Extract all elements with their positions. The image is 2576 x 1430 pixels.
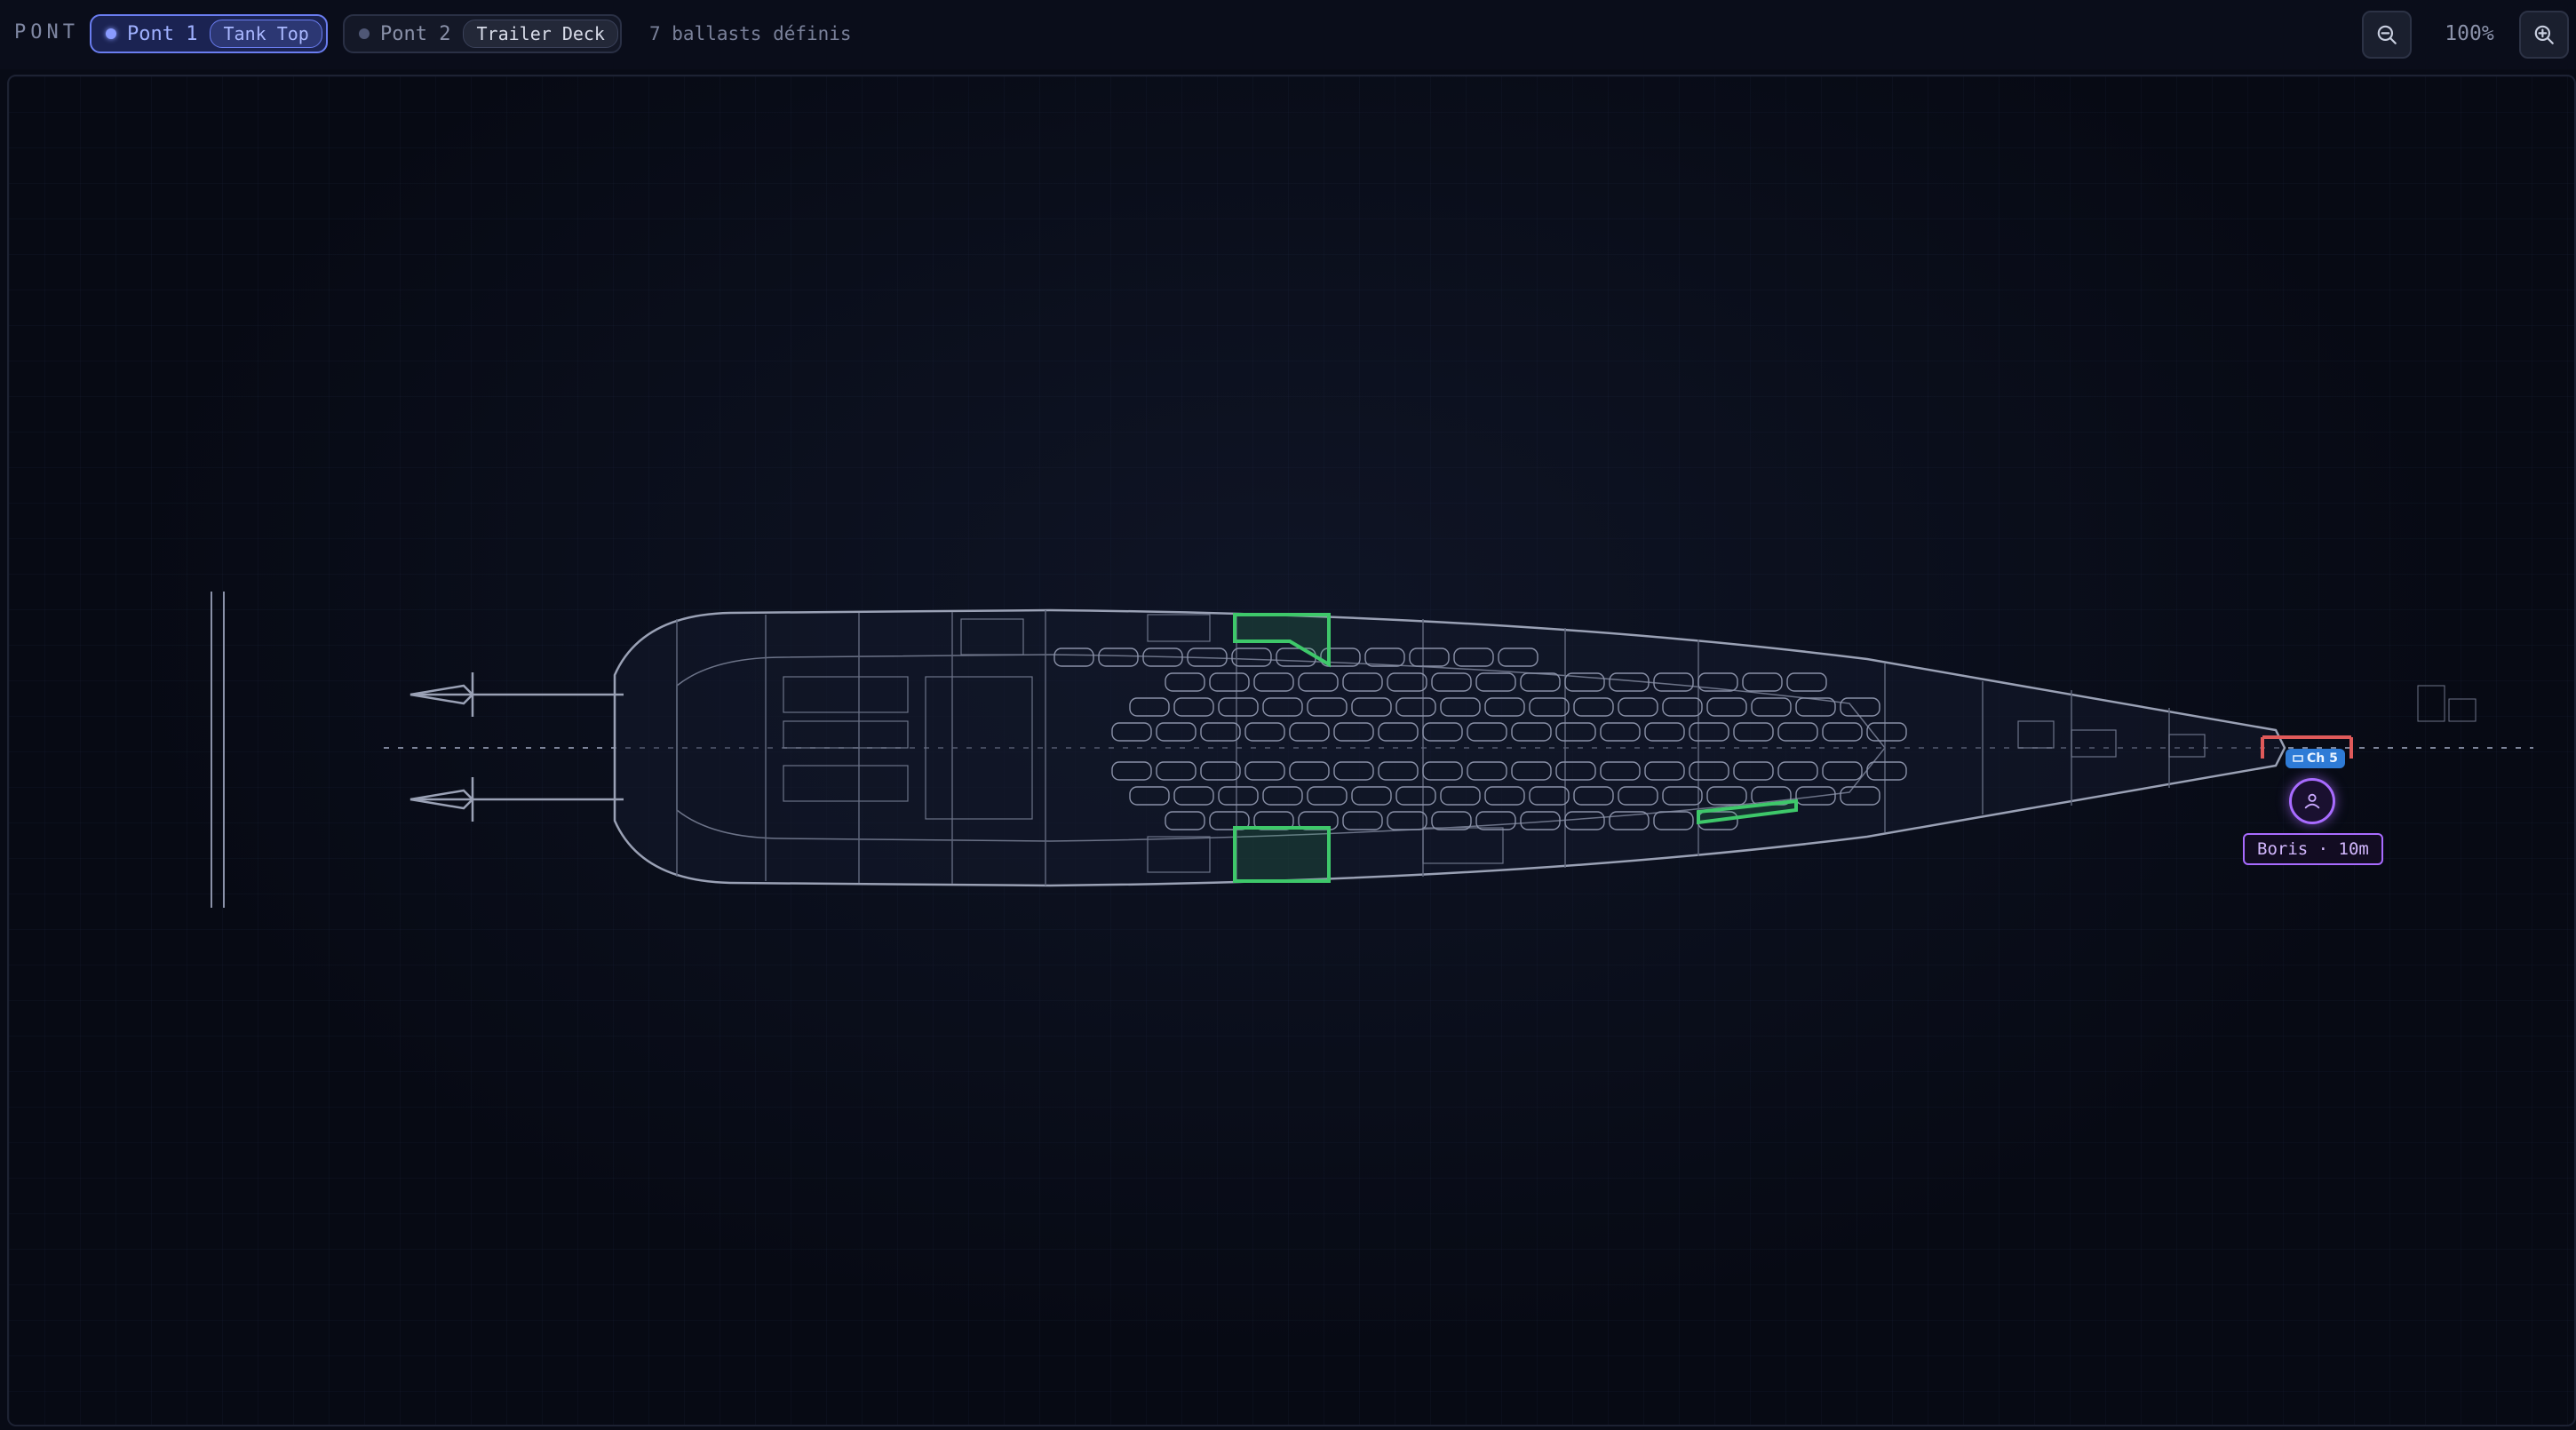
deck-tab-name: Pont 1 bbox=[127, 22, 198, 45]
deck-plan-canvas[interactable]: Ch 5 Boris · 10m bbox=[7, 75, 2576, 1426]
crew-marker[interactable] bbox=[2289, 778, 2335, 824]
zoom-in-icon bbox=[2534, 25, 2554, 44]
tab-deck-2[interactable]: Pont 2 Trailer Deck bbox=[343, 14, 622, 53]
crew-badge-label: Ch 5 bbox=[2307, 751, 2338, 766]
zoom-out-icon bbox=[2377, 25, 2397, 44]
person-icon bbox=[2304, 793, 2320, 809]
tab-deck-1[interactable]: Pont 1 Tank Top bbox=[90, 14, 328, 53]
zoom-in-button[interactable] bbox=[2519, 11, 2569, 59]
deck-tab-tag: Trailer Deck bbox=[463, 20, 618, 48]
stern-marker bbox=[211, 592, 225, 908]
ship-deck-plan bbox=[211, 592, 2533, 908]
zoom-out-button[interactable] bbox=[2362, 11, 2412, 59]
deck-toolbar: PONT Pont 1 Tank Top Pont 2 Trailer Deck… bbox=[0, 0, 2576, 69]
deck-tab-name: Pont 2 bbox=[380, 22, 451, 45]
crew-label: Boris · 10m bbox=[2243, 833, 2383, 865]
inactive-dot-icon bbox=[359, 28, 370, 39]
active-dot-icon bbox=[106, 28, 116, 39]
deck-label: PONT bbox=[14, 21, 79, 44]
door-icon bbox=[2293, 755, 2303, 762]
deck-tab-tag: Tank Top bbox=[210, 20, 322, 48]
zoom-level: 100% bbox=[2445, 22, 2494, 45]
crew-badge: Ch 5 bbox=[2286, 749, 2345, 768]
ballast-count: 7 ballasts définis bbox=[649, 23, 852, 44]
bow-annotations bbox=[2417, 685, 2477, 722]
